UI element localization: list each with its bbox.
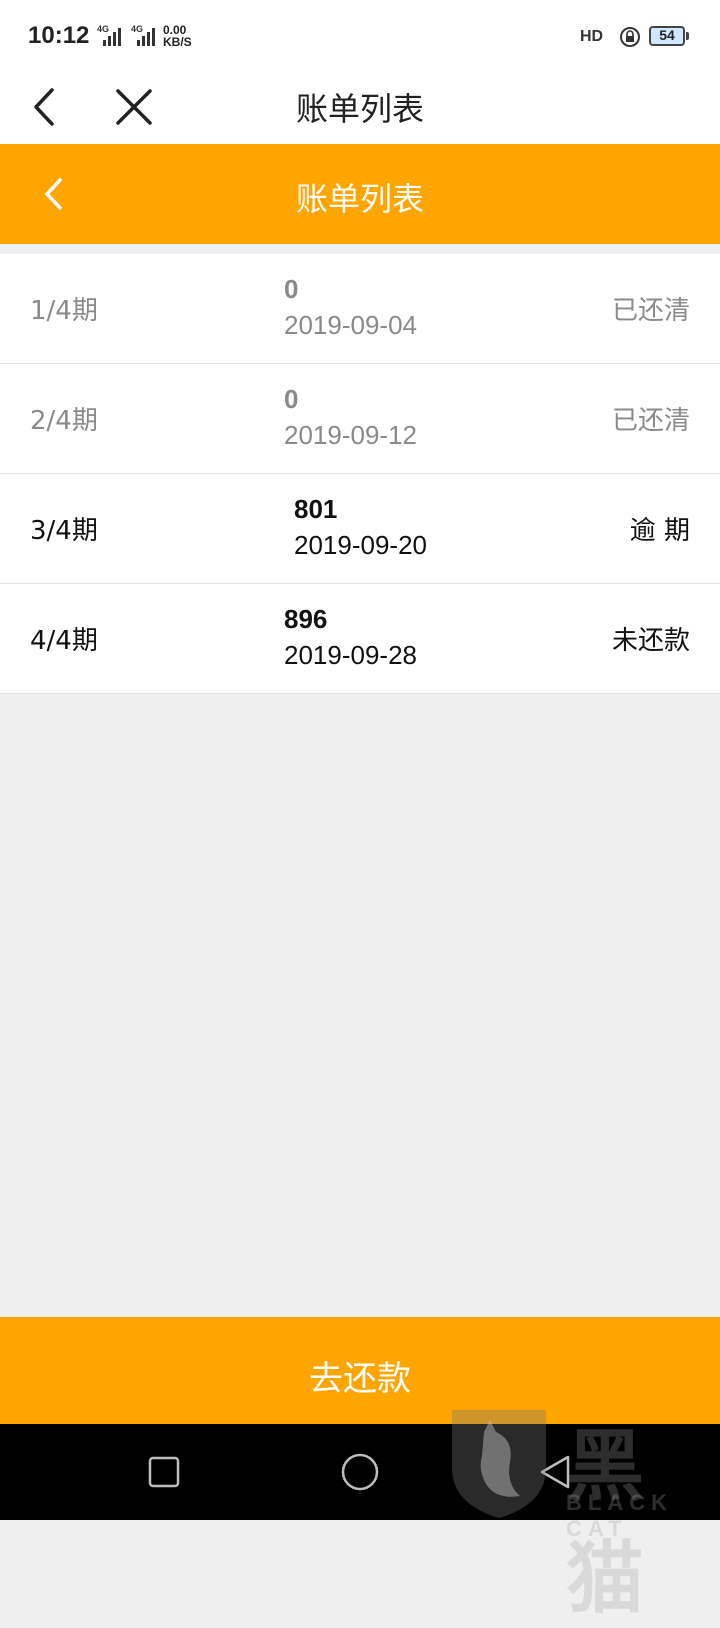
bill-amount: 0 xyxy=(284,384,299,414)
signal-2: 4G xyxy=(131,24,161,48)
bill-amount: 0 xyxy=(284,274,299,304)
bill-date: 2019-09-12 xyxy=(284,420,417,450)
bill-date: 2019-09-20 xyxy=(294,530,427,560)
bill-status: 未还款 xyxy=(611,626,690,656)
divider xyxy=(0,244,720,254)
rotation-lock-icon xyxy=(620,27,640,47)
bill-status: 逾 期 xyxy=(629,516,690,546)
network-speed: 0.00 KB/S xyxy=(163,24,199,48)
status-bar: 10:12 4G 4G 0.00 KB/S HD 54 xyxy=(0,0,720,72)
bill-row[interactable]: 1/4期 0 2019-09-04 已还清 xyxy=(0,254,720,364)
hd-indicator: HD xyxy=(580,28,604,45)
battery-level: 54 xyxy=(659,27,675,43)
square-icon[interactable] xyxy=(146,1454,182,1490)
titlebar: 账单列表 xyxy=(0,72,720,144)
signal-bars-icon xyxy=(137,28,155,46)
bill-period: 4/4期 xyxy=(30,626,98,656)
speed-unit: KB/S xyxy=(163,35,192,49)
page-title: 账单列表 xyxy=(295,90,424,128)
circle-icon[interactable] xyxy=(338,1450,382,1494)
bill-date: 2019-09-28 xyxy=(284,640,417,670)
bill-status: 已还清 xyxy=(611,406,690,436)
repay-button-label: 去还款 xyxy=(309,1360,411,1398)
battery-tip xyxy=(686,32,689,40)
bill-period: 1/4期 xyxy=(30,296,98,326)
bill-row[interactable]: 3/4期 801 2019-09-20 逾 期 xyxy=(0,474,720,584)
bill-row[interactable]: 4/4期 896 2019-09-28 未还款 xyxy=(0,584,720,694)
orange-header: 账单列表 xyxy=(0,144,720,244)
bill-amount: 801 xyxy=(294,494,338,524)
bill-period: 3/4期 xyxy=(30,516,98,546)
status-time: 10:12 xyxy=(28,22,90,49)
signal-bars-icon xyxy=(103,28,121,46)
cat-shield-icon xyxy=(452,1410,546,1518)
signal-1: 4G xyxy=(97,24,127,48)
bill-date: 2019-09-04 xyxy=(284,310,417,340)
bill-amount: 896 xyxy=(284,604,328,634)
watermark-subtext: BLACK CAT xyxy=(566,1490,673,1541)
bill-list: 1/4期 0 2019-09-04 已还清 2/4期 0 2019-09-12 … xyxy=(0,254,720,694)
bill-status: 已还清 xyxy=(611,296,690,326)
bill-row[interactable]: 2/4期 0 2019-09-12 已还清 xyxy=(0,364,720,474)
bill-period: 2/4期 xyxy=(30,406,98,436)
header-title: 账单列表 xyxy=(295,180,424,218)
